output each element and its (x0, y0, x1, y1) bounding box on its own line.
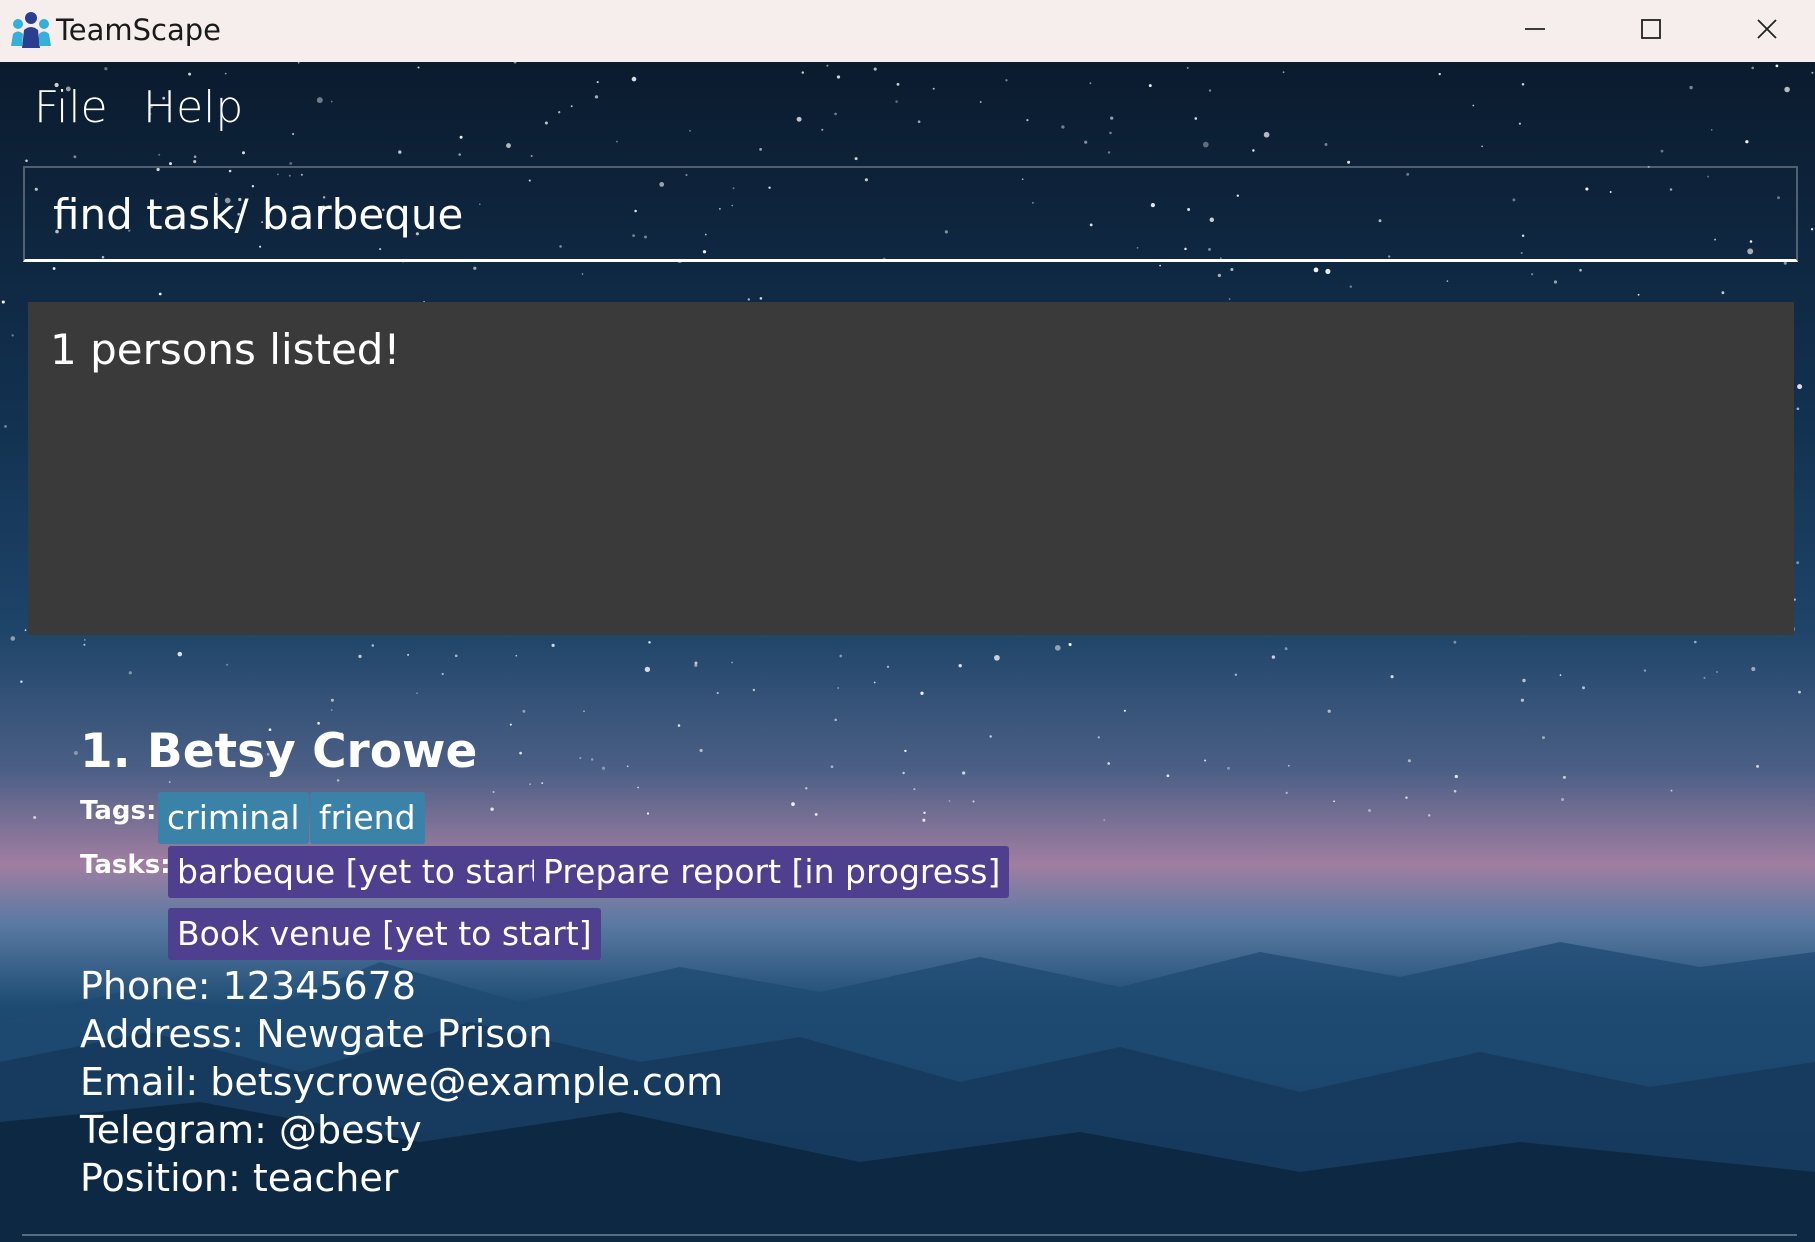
person-card[interactable]: 1. Betsy Crowe Tags: criminal friend Tas… (70, 720, 1070, 1210)
maximize-icon (1640, 18, 1662, 44)
person-telegram: Telegram: @besty (80, 1108, 422, 1152)
app-window: TeamScape File Help find task/ barbeque … (0, 0, 1815, 1242)
person-phone: Phone: 12345678 (80, 964, 417, 1008)
menu-help[interactable]: Help (143, 80, 243, 136)
minimize-icon (1524, 18, 1546, 44)
person-address: Address: Newgate Prison (80, 1012, 553, 1056)
title-bar: TeamScape (0, 0, 1815, 62)
minimize-button[interactable] (1477, 0, 1593, 62)
close-icon (1756, 18, 1778, 44)
close-button[interactable] (1709, 0, 1815, 62)
maximize-button[interactable] (1593, 0, 1709, 62)
result-message: 1 persons listed! (50, 325, 401, 374)
command-input[interactable] (53, 186, 1753, 242)
task-chip: Prepare report [in progress] (534, 846, 1010, 898)
menu-bar (0, 62, 1815, 152)
window-title: TeamScape (56, 13, 222, 47)
task-chip: barbeque [yet to start] (168, 846, 565, 898)
tasks-label: Tasks: (80, 850, 171, 880)
tag-chip: criminal (158, 792, 309, 844)
person-position: Position: teacher (80, 1156, 399, 1200)
list-divider (22, 1234, 1797, 1236)
person-email: Email: betsycrowe@example.com (80, 1060, 724, 1104)
person-name: 1. Betsy Crowe (80, 724, 478, 779)
command-box (23, 166, 1798, 262)
tags-label: Tags: (80, 796, 157, 826)
task-chip: Book venue [yet to start] (168, 908, 601, 960)
result-display[interactable]: 1 persons listed! (28, 302, 1794, 635)
people-group-icon (10, 10, 52, 50)
menu-file[interactable]: File (34, 80, 108, 136)
tag-chip: friend (310, 792, 425, 844)
